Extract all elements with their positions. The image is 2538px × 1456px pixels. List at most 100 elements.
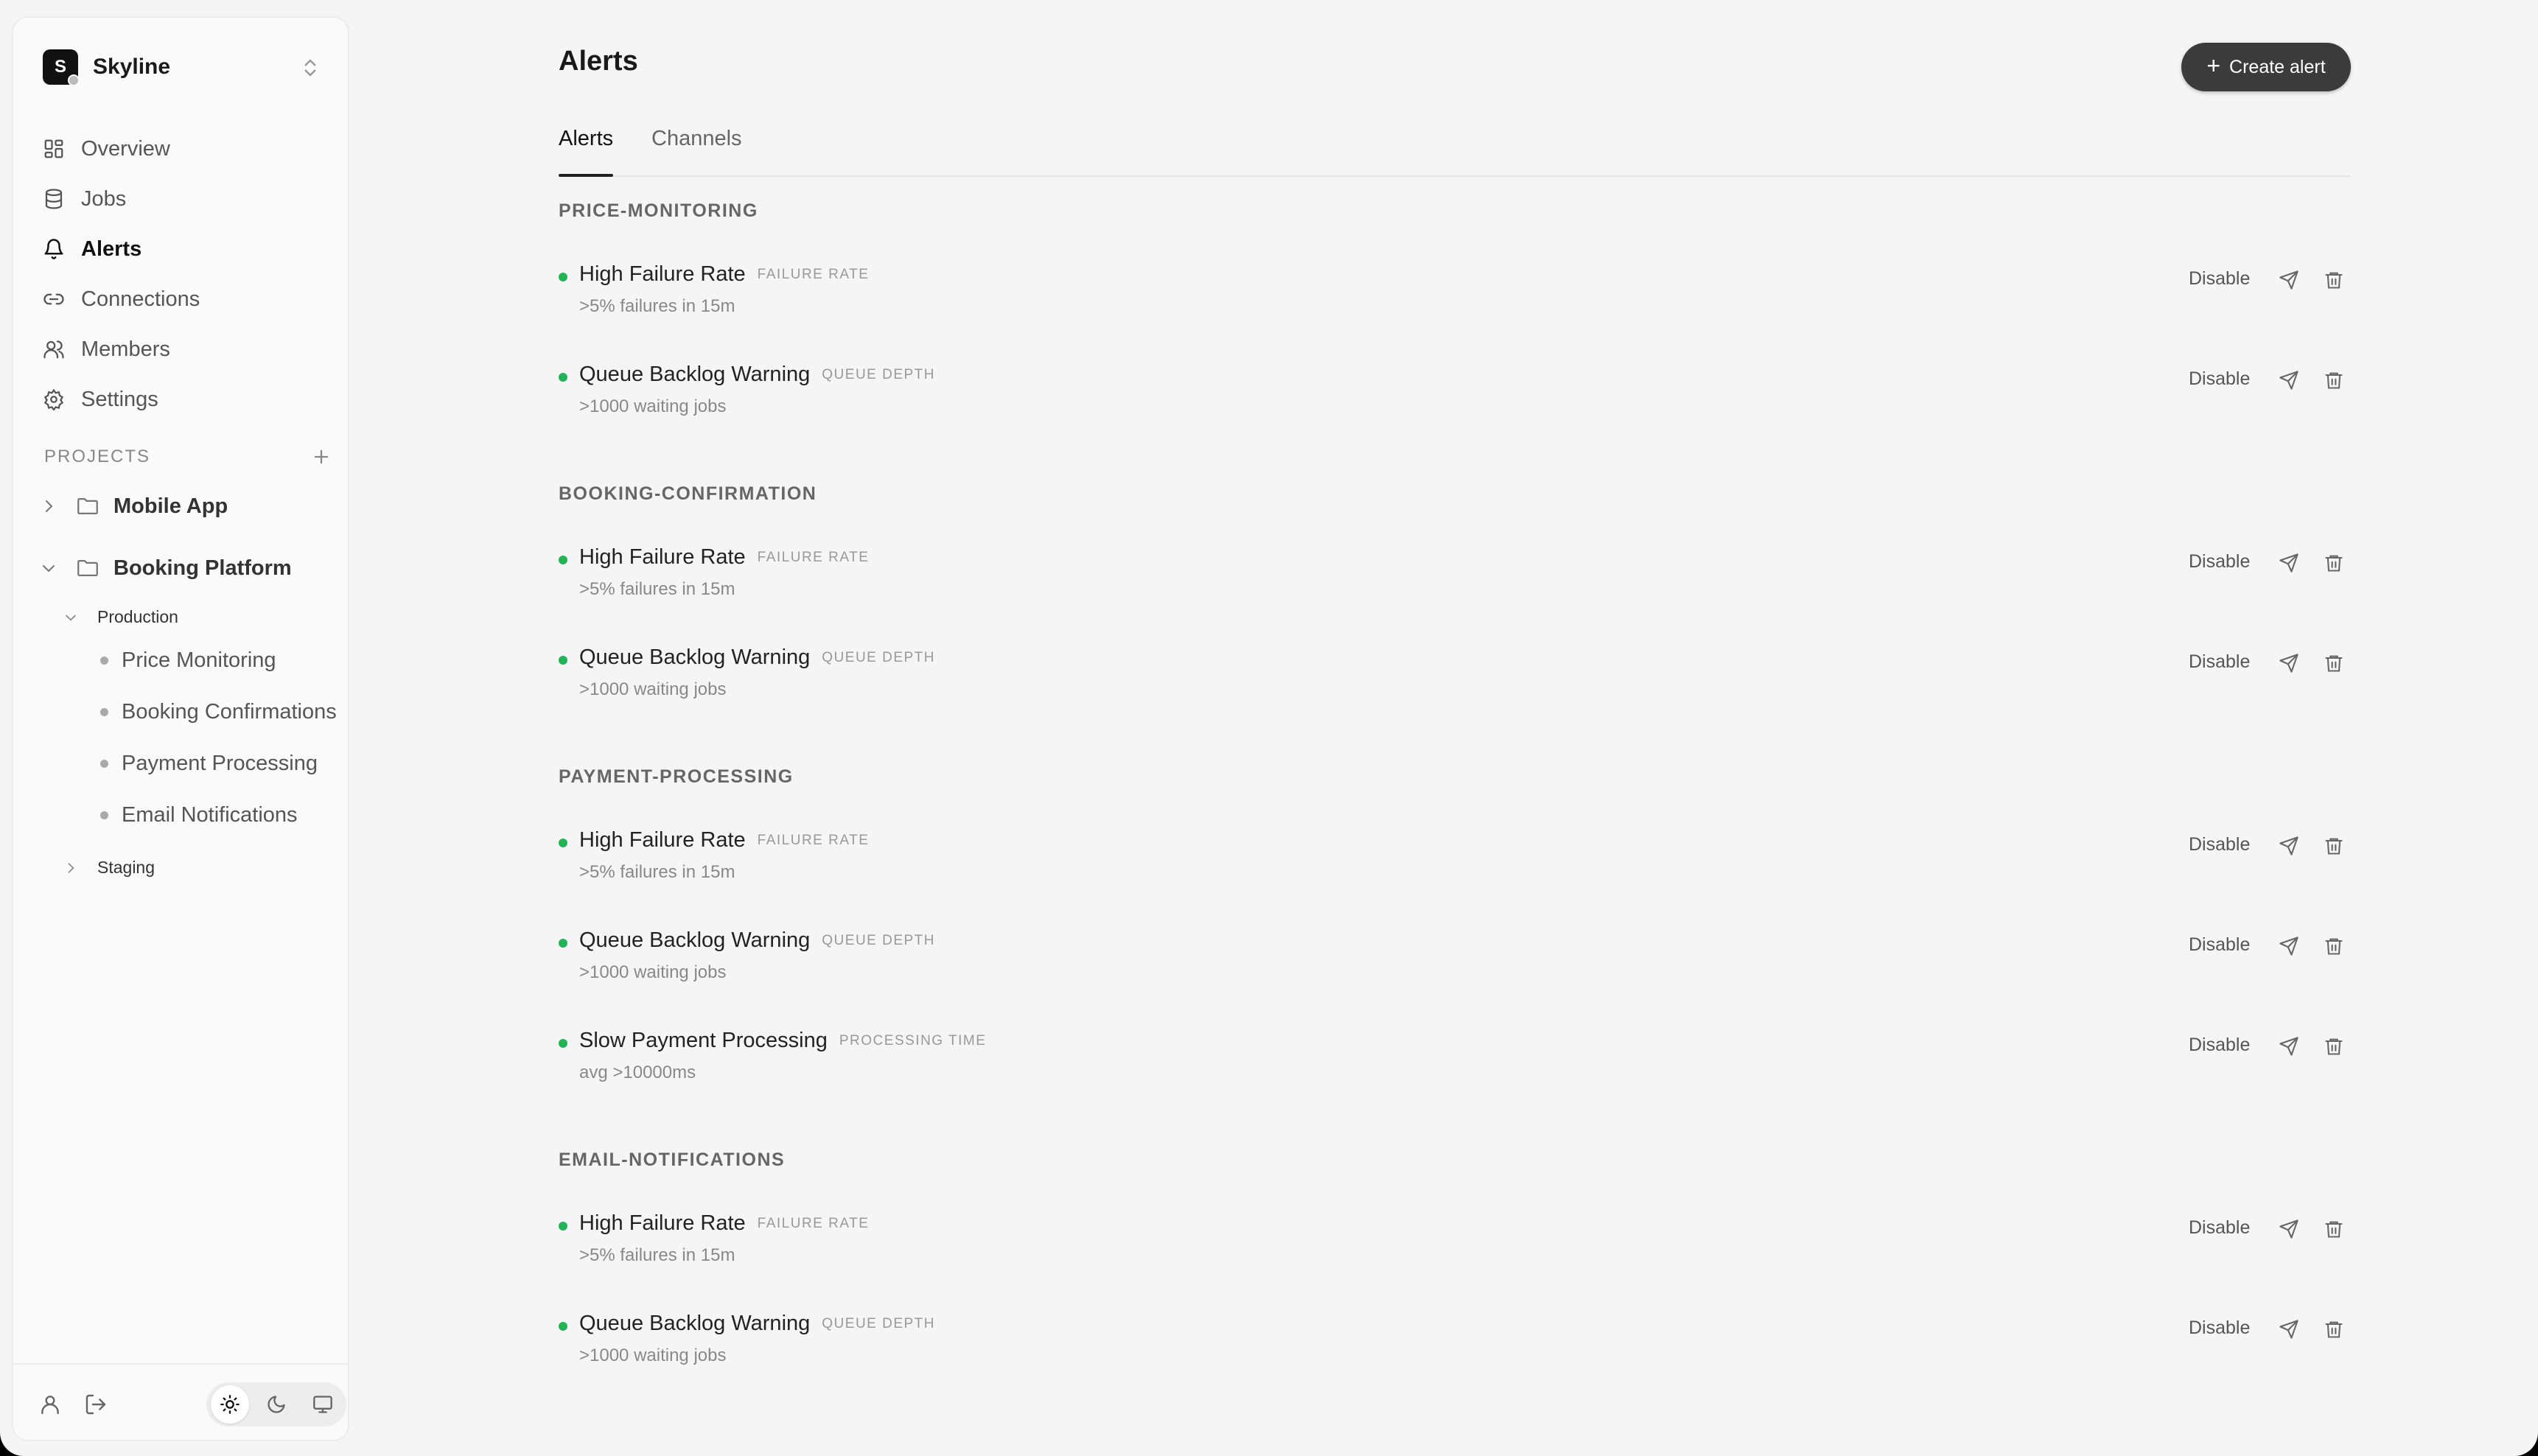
nav-item-settings[interactable]: Settings <box>43 374 323 424</box>
alert-condition: >5% failures in 15m <box>579 862 735 882</box>
disable-button[interactable]: Disable <box>2189 651 2250 673</box>
send-icon[interactable] <box>2279 653 2299 673</box>
alert-row: High Failure Rate FAILURE RATE >5% failur… <box>559 258 2351 339</box>
trash-icon[interactable] <box>2324 1319 2344 1340</box>
alert-row: Queue Backlog Warning QUEUE DEPTH >1000 w… <box>559 358 2351 439</box>
alert-title: High Failure Rate <box>579 545 746 569</box>
queue-price-monitoring[interactable]: Price Monitoring <box>100 648 276 673</box>
group-header: PRICE-MONITORING <box>559 200 758 221</box>
nav-item-jobs[interactable]: Jobs <box>43 174 323 224</box>
send-icon[interactable] <box>2279 1219 2299 1239</box>
alert-condition: >5% failures in 15m <box>579 1245 735 1265</box>
alert-type: FAILURE RATE <box>757 833 870 848</box>
trash-icon[interactable] <box>2324 836 2344 856</box>
alert-name: High Failure Rate FAILURE RATE <box>579 828 869 853</box>
chevron-down-icon[interactable] <box>63 610 78 625</box>
disable-button[interactable]: Disable <box>2189 551 2250 573</box>
plus-icon[interactable] <box>311 447 332 467</box>
folder-icon <box>75 494 100 519</box>
sidebar-footer <box>13 1363 348 1441</box>
create-alert-button[interactable]: + Create alert <box>2181 43 2351 91</box>
chevron-up-down-icon[interactable] <box>299 56 321 80</box>
disable-button[interactable]: Disable <box>2189 934 2250 956</box>
app-window: S Skyline Overview Jobs Alerts Connectio… <box>0 0 2538 1456</box>
queue-booking-confirmations[interactable]: Booking Confirmations <box>100 700 337 724</box>
queue-payment-processing[interactable]: Payment Processing <box>100 752 318 776</box>
sun-icon[interactable] <box>210 1385 249 1424</box>
environment-production[interactable]: Production <box>63 607 178 627</box>
nav-label: Members <box>81 337 170 361</box>
logout-icon[interactable] <box>84 1393 108 1416</box>
send-icon[interactable] <box>2279 936 2299 956</box>
trash-icon[interactable] <box>2324 270 2344 290</box>
chevron-right-icon[interactable] <box>63 861 78 875</box>
alert-type: QUEUE DEPTH <box>822 650 936 665</box>
nav-item-overview[interactable]: Overview <box>43 124 323 174</box>
trash-icon[interactable] <box>2324 1219 2344 1239</box>
queue-email-notifications[interactable]: Email Notifications <box>100 803 298 827</box>
workspace-logo-letter: S <box>54 57 66 77</box>
projects-header: PROJECTS <box>44 447 332 467</box>
bell-icon <box>44 239 63 259</box>
disable-button[interactable]: Disable <box>2189 268 2250 290</box>
alert-type: PROCESSING TIME <box>839 1033 987 1049</box>
disable-button[interactable]: Disable <box>2189 368 2250 390</box>
alert-type: FAILURE RATE <box>757 1216 870 1231</box>
status-dot <box>68 74 80 86</box>
tab-channels[interactable]: Channels <box>651 124 742 175</box>
status-dot <box>559 1322 567 1331</box>
projects-title: PROJECTS <box>44 447 151 466</box>
grid-icon <box>44 139 63 158</box>
alert-condition: >5% failures in 15m <box>579 296 735 316</box>
project-booking-platform[interactable]: Booking Platform <box>40 556 292 581</box>
alert-condition: >1000 waiting jobs <box>579 679 727 699</box>
alert-name: Queue Backlog Warning QUEUE DEPTH <box>579 1312 935 1336</box>
nav-label: Overview <box>81 136 170 161</box>
trash-icon[interactable] <box>2324 370 2344 391</box>
trash-icon[interactable] <box>2324 653 2344 673</box>
alert-row: Queue Backlog Warning QUEUE DEPTH >1000 w… <box>559 924 2351 1005</box>
send-icon[interactable] <box>2279 553 2299 573</box>
trash-icon[interactable] <box>2324 936 2344 956</box>
environment-staging[interactable]: Staging <box>63 858 155 878</box>
alert-title: Slow Payment Processing <box>579 1029 828 1052</box>
nav-label: Connections <box>81 287 200 311</box>
disable-button[interactable]: Disable <box>2189 1035 2250 1056</box>
nav-item-alerts[interactable]: Alerts <box>43 224 323 274</box>
trash-icon[interactable] <box>2324 1036 2344 1057</box>
send-icon[interactable] <box>2279 1036 2299 1057</box>
alert-type: QUEUE DEPTH <box>822 1316 936 1331</box>
alert-title: High Failure Rate <box>579 262 746 286</box>
disable-button[interactable]: Disable <box>2189 834 2250 855</box>
alert-title: Queue Backlog Warning <box>579 1312 811 1335</box>
send-icon[interactable] <box>2279 370 2299 391</box>
send-icon[interactable] <box>2279 836 2299 856</box>
chevron-down-icon[interactable] <box>40 559 57 577</box>
bullet <box>100 811 108 819</box>
alert-type: FAILURE RATE <box>757 550 870 565</box>
alert-type: QUEUE DEPTH <box>822 367 936 382</box>
user-icon[interactable] <box>38 1393 62 1416</box>
project-mobile-app[interactable]: Mobile App <box>40 494 228 519</box>
status-dot <box>559 373 567 382</box>
disable-button[interactable]: Disable <box>2189 1317 2250 1339</box>
alert-name: Queue Backlog Warning QUEUE DEPTH <box>579 363 935 387</box>
alert-name: High Failure Rate FAILURE RATE <box>579 545 869 570</box>
chevron-right-icon[interactable] <box>40 497 57 515</box>
monitor-icon[interactable] <box>304 1385 342 1424</box>
tab-alerts[interactable]: Alerts <box>559 124 614 177</box>
moon-icon[interactable] <box>257 1385 296 1424</box>
queue-label: Email Notifications <box>122 803 298 827</box>
send-icon[interactable] <box>2279 1319 2299 1340</box>
disable-button[interactable]: Disable <box>2189 1217 2250 1239</box>
nav-item-members[interactable]: Members <box>43 324 323 374</box>
trash-icon[interactable] <box>2324 553 2344 573</box>
alert-title: High Failure Rate <box>579 828 746 852</box>
alert-row: High Failure Rate FAILURE RATE >5% failur… <box>559 824 2351 905</box>
workspace-switcher[interactable]: S Skyline <box>43 47 170 87</box>
nav-item-connections[interactable]: Connections <box>43 274 323 324</box>
alert-condition: >5% failures in 15m <box>579 579 735 599</box>
bullet <box>100 708 108 716</box>
alert-name: Queue Backlog Warning QUEUE DEPTH <box>579 928 935 953</box>
send-icon[interactable] <box>2279 270 2299 290</box>
